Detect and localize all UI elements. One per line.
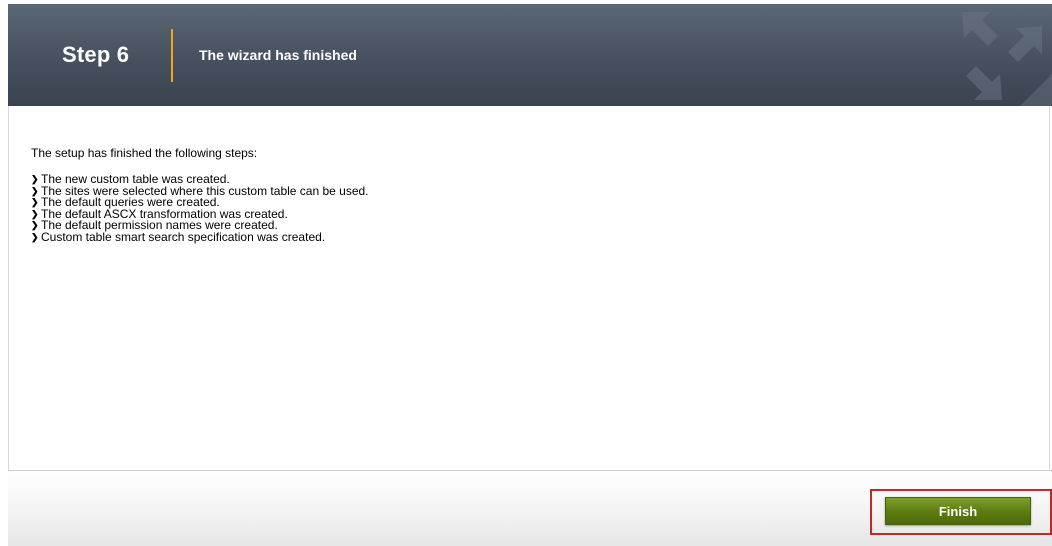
arrows-logo-icon [962,12,1052,106]
list-item: ❯ Custom table smart search specificatio… [31,229,369,244]
summary-intro: The setup has finished the following ste… [31,146,258,160]
chevron-right-icon: ❯ [31,185,39,196]
header-divider [171,29,173,82]
step-text: Custom table smart search specification … [41,229,326,244]
wizard-footer: Finish [8,470,1052,546]
chevron-right-icon: ❯ [31,208,39,219]
finish-button[interactable]: Finish [885,497,1031,525]
completed-steps-list: ❯ The new custom table was created. ❯ Th… [31,173,369,244]
chevron-right-icon: ❯ [31,197,39,207]
step-title: The wizard has finished [199,47,357,63]
wizard-header: Step 6 The wizard has finished [8,4,1052,106]
wizard-content: The setup has finished the following ste… [8,106,1050,470]
wizard-window: Step 6 The wizard has finished The setup… [0,0,1052,546]
chevron-right-icon: ❯ [31,174,39,184]
step-number: Step 6 [62,42,130,67]
chevron-right-icon: ❯ [31,220,39,230]
chevron-right-icon: ❯ [31,231,39,242]
